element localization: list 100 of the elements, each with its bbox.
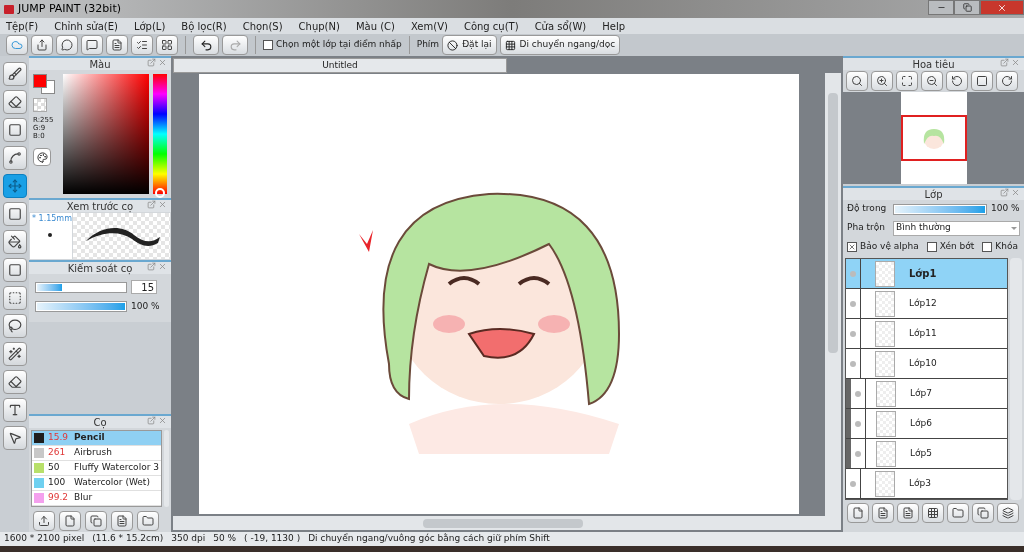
tool-button[interactable]: [2, 258, 27, 282]
tool-button[interactable]: [2, 314, 27, 338]
tone-layer-button[interactable]: [922, 503, 944, 523]
menu-item[interactable]: Chọn(S): [242, 18, 283, 34]
document-tab[interactable]: Untitled: [173, 58, 507, 73]
list-button[interactable]: [131, 35, 153, 55]
move-icon: [7, 179, 22, 193]
rotate-right-button[interactable]: [996, 71, 1018, 91]
checkbox[interactable]: [926, 242, 937, 252]
undo-button[interactable]: [193, 35, 219, 55]
move-mode-button[interactable]: Di chuyển ngang/dọc: [499, 35, 621, 55]
undock-icon[interactable]: [1000, 188, 1009, 197]
undock-icon[interactable]: [147, 58, 156, 67]
size-value-field[interactable]: 15: [131, 280, 157, 294]
brush-settings-button[interactable]: [111, 511, 133, 531]
upload-brush-button[interactable]: [33, 511, 55, 531]
tool-button[interactable]: [2, 342, 27, 366]
menu-item[interactable]: Màu (C): [355, 18, 395, 34]
layer-row[interactable]: Lớp7: [846, 379, 1007, 409]
transparent-swatch-icon[interactable]: [33, 98, 47, 112]
layer-row[interactable]: Lớp6: [846, 409, 1007, 439]
tool-button[interactable]: [2, 398, 27, 422]
maximize-button[interactable]: [954, 0, 980, 15]
flip-button[interactable]: [971, 71, 993, 91]
blend-mode-dropdown[interactable]: Bình thường: [893, 220, 1020, 236]
layer-row[interactable]: Lớp1: [846, 259, 1007, 289]
checkbox[interactable]: [982, 242, 993, 252]
merge-button[interactable]: [997, 503, 1019, 523]
list-icon: [136, 39, 148, 51]
layer-row[interactable]: Lớp10: [846, 349, 1007, 379]
close-icon[interactable]: [158, 262, 167, 271]
layer-row[interactable]: Lớp11: [846, 319, 1007, 349]
size-slider[interactable]: [35, 281, 127, 293]
scrollbar[interactable]: [163, 430, 169, 507]
cloud-button[interactable]: [6, 35, 28, 55]
menu-item[interactable]: Bộ lọc(R): [181, 18, 227, 34]
tool-button[interactable]: [2, 118, 27, 142]
minimize-button[interactable]: [928, 0, 954, 15]
grid-button[interactable]: [156, 35, 178, 55]
navigator-thumbnail[interactable]: [900, 92, 967, 184]
zoom-actual-button[interactable]: [846, 71, 868, 91]
comment-button[interactable]: [56, 35, 78, 55]
menu-item[interactable]: Lớp(L): [133, 18, 166, 34]
new-brush-button[interactable]: [59, 511, 81, 531]
menu-item[interactable]: Công cụ(T): [463, 18, 519, 34]
undo-icon: [199, 38, 213, 52]
color-swatches-icon[interactable]: [33, 74, 55, 94]
brush-menu-button[interactable]: [85, 511, 107, 531]
reset-button[interactable]: Đặt lại: [442, 35, 497, 55]
tool-button[interactable]: [2, 90, 27, 114]
tool-button[interactable]: [2, 62, 27, 86]
close-icon[interactable]: [158, 416, 167, 425]
tool-button[interactable]: [2, 426, 27, 450]
tool-button[interactable]: [2, 146, 27, 170]
menu-item[interactable]: Chụp(N): [298, 18, 340, 34]
brush-list-item[interactable]: 50 Fluffy Watercolor 3: [32, 461, 161, 476]
menu-item[interactable]: Xem(V): [410, 18, 448, 34]
layer-1bit-button[interactable]: [897, 503, 919, 523]
document-button[interactable]: [106, 35, 128, 55]
cloud-icon: [11, 39, 23, 51]
undock-icon[interactable]: [147, 416, 156, 425]
menu-item[interactable]: Chỉnh sửa(E): [54, 18, 118, 34]
palette-button[interactable]: [33, 148, 51, 166]
message-button[interactable]: [81, 35, 103, 55]
zoom-in-button[interactable]: [871, 71, 893, 91]
close-icon[interactable]: [1011, 58, 1020, 67]
new-layer-button[interactable]: [847, 503, 869, 523]
fit-button[interactable]: [896, 71, 918, 91]
layer-row[interactable]: Lớp5: [846, 439, 1007, 469]
menu-item[interactable]: Cửa sổ(W): [534, 18, 587, 34]
share-button[interactable]: [31, 35, 53, 55]
tool-button[interactable]: [2, 370, 27, 394]
undock-icon[interactable]: [147, 200, 156, 209]
layer-row[interactable]: Lớp12: [846, 289, 1007, 319]
horizontal-scrollbar[interactable]: [173, 516, 841, 530]
tool-button[interactable]: [2, 230, 27, 254]
color-gradient-picker[interactable]: [63, 74, 149, 194]
menu-item[interactable]: Help: [602, 18, 626, 34]
undock-icon[interactable]: [1000, 58, 1009, 67]
brush-folder-button[interactable]: [137, 511, 159, 531]
layer-8bit-button[interactable]: [872, 503, 894, 523]
zoom-out-button[interactable]: [921, 71, 943, 91]
tool-button[interactable]: [2, 202, 27, 226]
checkbox[interactable]: [847, 242, 857, 252]
checkbox[interactable]: [263, 40, 273, 50]
brush-list-item[interactable]: 100 Watercolor (Wet): [32, 476, 161, 491]
tool-button[interactable]: [2, 174, 27, 198]
close-icon[interactable]: [158, 200, 167, 209]
brush-list-item[interactable]: 99.2 Blur: [32, 491, 161, 506]
close-icon[interactable]: [158, 58, 167, 67]
brush-list-item[interactable]: 261 Airbrush: [32, 446, 161, 461]
menu-item[interactable]: Tệp(F): [6, 18, 39, 34]
viewport-frame[interactable]: [900, 115, 967, 161]
rotate-left-button[interactable]: [946, 71, 968, 91]
undock-icon[interactable]: [147, 262, 156, 271]
brush-list-item[interactable]: 15.9 Pencil: [32, 431, 161, 446]
close-icon[interactable]: [1011, 188, 1020, 197]
layer-row[interactable]: Lớp3: [846, 469, 1007, 499]
vertical-scrollbar[interactable]: [825, 73, 841, 516]
tool-button[interactable]: [2, 286, 27, 310]
